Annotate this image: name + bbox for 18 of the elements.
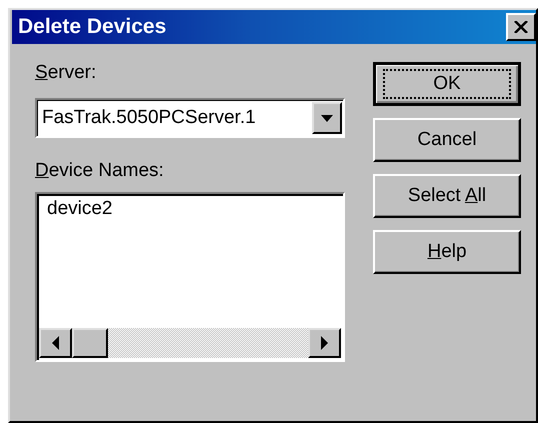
dialog-button[interactable]: Help (373, 230, 521, 274)
dialog-button[interactable]: Select All (373, 174, 521, 218)
close-button[interactable] (506, 13, 536, 41)
scroll-left-button[interactable] (39, 328, 72, 358)
right-arrow-icon (321, 336, 328, 350)
scroll-thumb[interactable] (72, 328, 108, 358)
dropdown-arrow-icon (321, 114, 333, 122)
field-label: Server: (35, 62, 98, 85)
horizontal-scrollbar[interactable] (39, 328, 341, 358)
field-label: Device Names: (35, 160, 165, 183)
dialog-button[interactable]: Cancel (373, 118, 521, 162)
server-dropdown[interactable]: FasTrak.5050PCServer.1 (35, 98, 345, 138)
left-arrow-icon (52, 336, 59, 350)
close-icon (514, 21, 528, 33)
list-item[interactable]: device2 (45, 198, 114, 220)
dialog-button[interactable]: OK (373, 62, 521, 106)
scroll-right-button[interactable] (308, 328, 341, 358)
window-title: Delete Devices (18, 15, 166, 39)
